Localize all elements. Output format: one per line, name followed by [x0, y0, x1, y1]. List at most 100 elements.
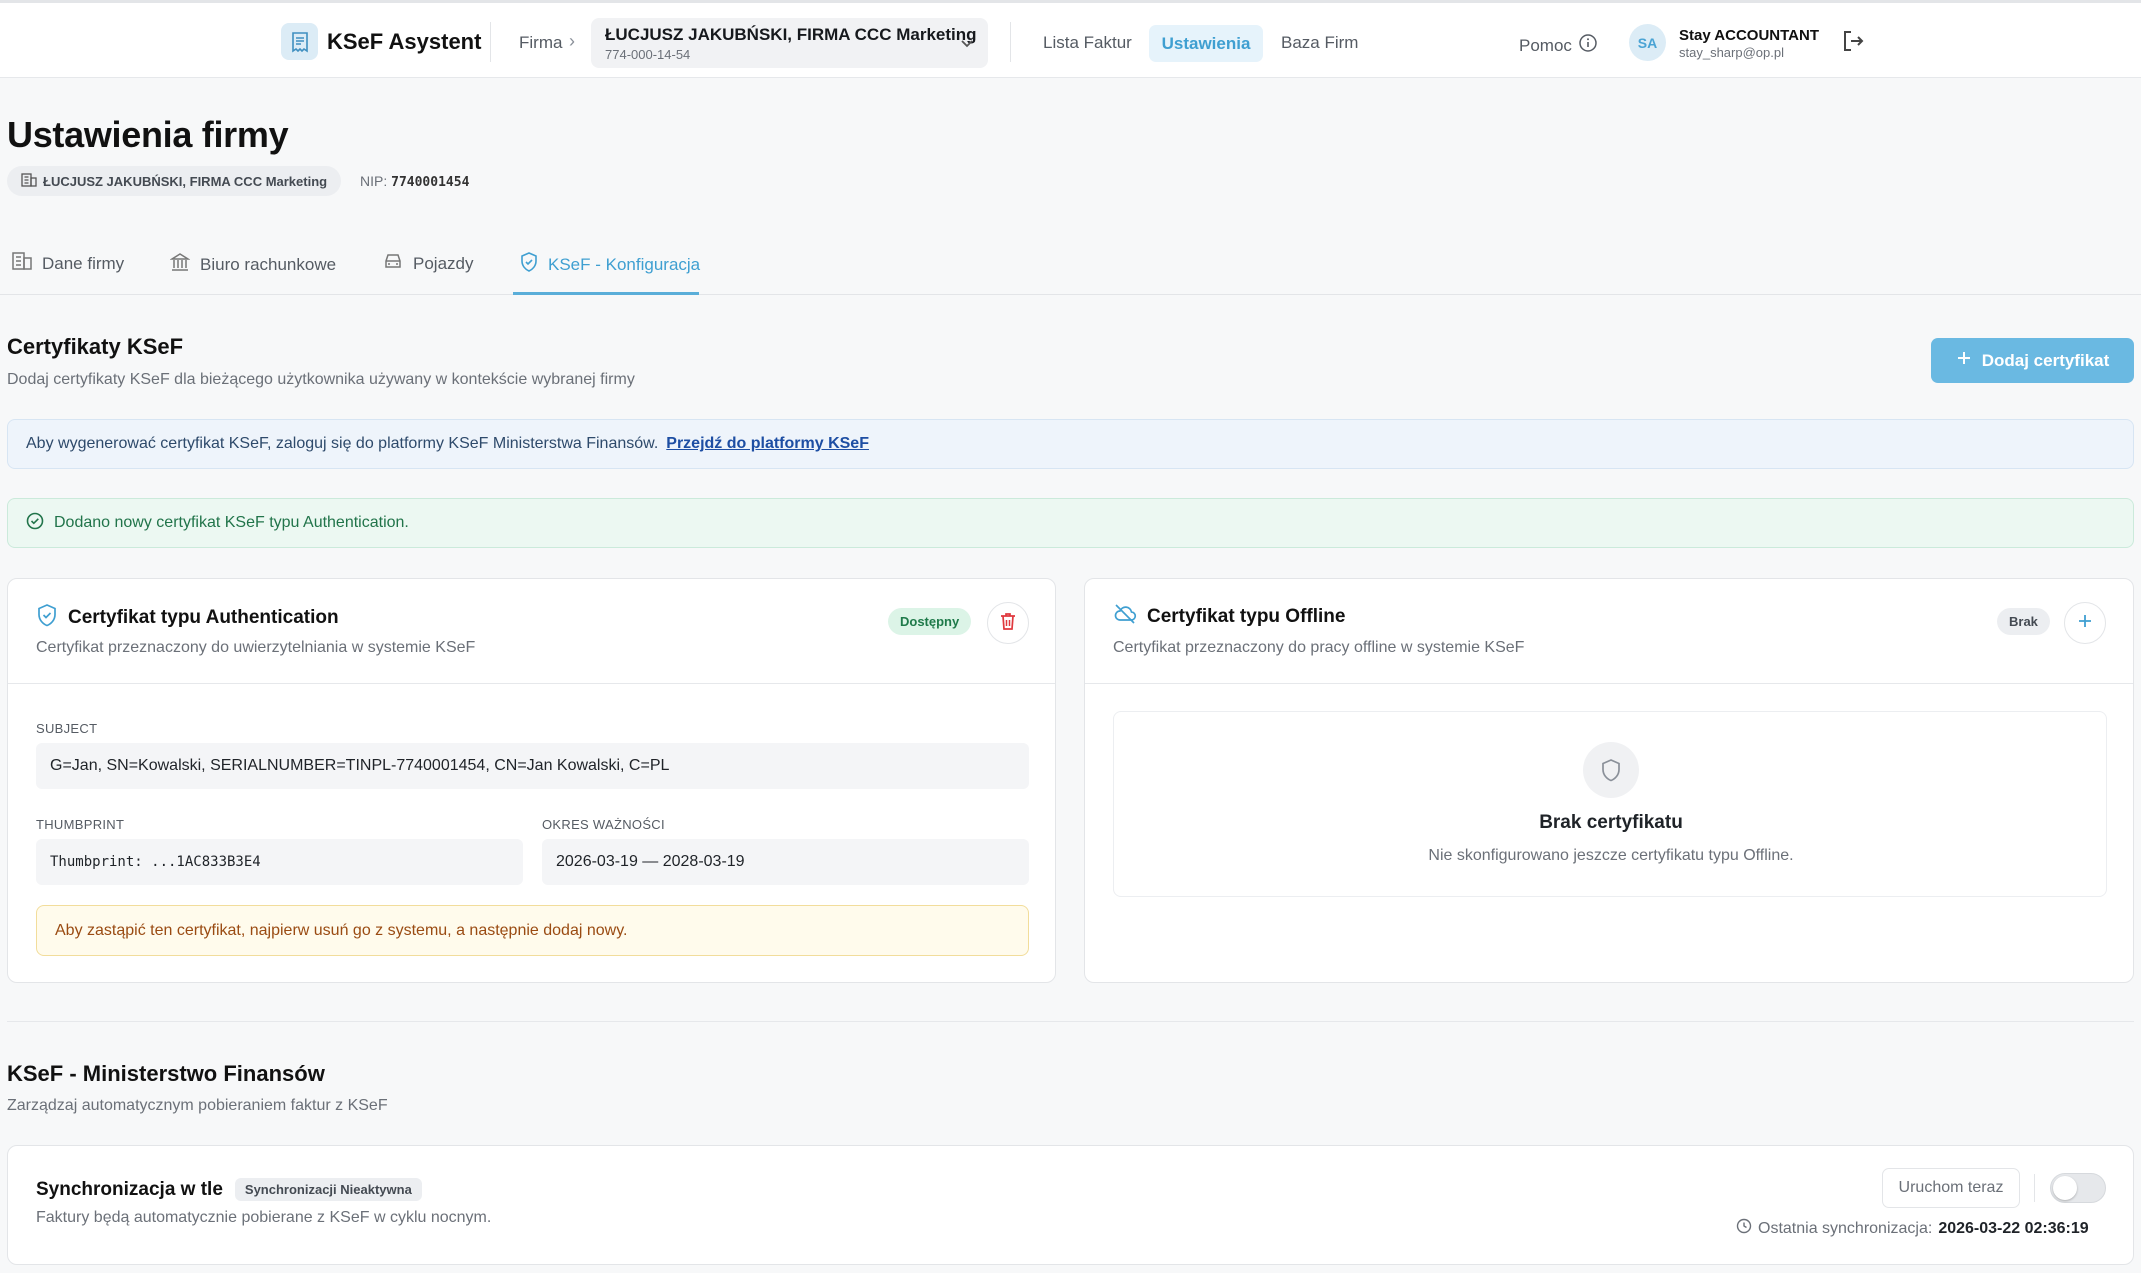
company-selector[interactable]: ŁUCJUSZ JAKUBŃSKI, FIRMA CCC Marketing 7… — [591, 18, 988, 68]
tab-label: KSeF - Konfiguracja — [548, 254, 701, 274]
company-chip: ŁUCJUSZ JAKUBŃSKI, FIRMA CCC Marketing — [7, 166, 342, 196]
tab-label: Dane firmy — [42, 253, 125, 273]
nav-lista-faktur[interactable]: Lista Faktur — [1043, 33, 1132, 53]
empty-subtitle: Nie skonfigurowano jeszcze certyfikatu t… — [1428, 847, 1794, 864]
status-badge: Brak — [1997, 608, 2050, 635]
info-banner: Aby wygenerować certyfikat KSeF, zaloguj… — [7, 419, 2134, 469]
trash-icon — [999, 611, 1017, 636]
tab-ksef-konfiguracja[interactable]: KSeF - Konfiguracja — [520, 252, 700, 277]
sync-description: Faktury będą automatycznie pobierane z K… — [36, 1209, 492, 1226]
user-email: stay_sharp@op.pl — [1679, 45, 1784, 60]
auth-card-title-text: Certyfikat typu Authentication — [68, 607, 339, 628]
validity-label: OKRES WAŻNOŚCI — [542, 817, 665, 832]
info-icon — [1578, 33, 1598, 58]
help-link[interactable]: Pomoc — [1519, 33, 1598, 58]
tab-label: Pojazdy — [413, 253, 474, 273]
user-name: Stay ACCOUNTANT — [1679, 27, 1820, 44]
validity-field: 2026-03-19 — 2028-03-19 — [542, 839, 1029, 885]
avatar[interactable]: SA — [1629, 24, 1666, 61]
tab-label: Biuro rachunkowe — [200, 254, 337, 274]
section-title-certificates: Certyfikaty KSeF — [7, 334, 184, 359]
success-banner: Dodano nowy certyfikat KSeF typu Authent… — [7, 498, 2134, 548]
toggle-knob — [2053, 1176, 2077, 1200]
logout-icon[interactable] — [1840, 28, 1866, 59]
success-banner-text: Dodano nowy certyfikat KSeF typu Authent… — [54, 514, 409, 531]
warning-banner: Aby zastąpić ten certyfikat, najpierw us… — [36, 905, 1029, 956]
nav-baza-firm[interactable]: Baza Firm — [1281, 33, 1358, 53]
tab-pojazdy[interactable]: Pojazdy — [383, 252, 473, 275]
divider — [7, 1021, 2134, 1022]
divider — [1085, 683, 2133, 684]
info-banner-text: Aby wygenerować certyfikat KSeF, zaloguj… — [26, 435, 659, 452]
clock-icon — [1736, 1218, 1752, 1239]
thumbprint-value: Thumbprint: ...1AC833B3E4 — [50, 854, 261, 870]
building-icon — [21, 172, 37, 190]
empty-state: Brak certyfikatu Nie skonfigurowano jesz… — [1113, 711, 2107, 897]
shield-icon — [1583, 742, 1639, 798]
sync-toggle[interactable] — [2050, 1173, 2106, 1203]
offline-certificate-card: Certyfikat typu Offline Certyfikat przez… — [1084, 578, 2134, 983]
sync-status-badge: Synchronizacji Nieaktywna — [234, 1178, 422, 1201]
section-subtitle-certificates: Dodaj certyfikaty KSeF dla bieżącego uży… — [7, 371, 635, 388]
add-offline-certificate-button[interactable] — [2064, 602, 2106, 644]
auth-card-subtitle: Certyfikat przeznaczony do uwierzytelnia… — [36, 639, 476, 656]
divider — [490, 22, 491, 62]
nip: NIP: 7740001454 — [360, 173, 469, 190]
delete-certificate-button[interactable] — [987, 602, 1029, 644]
section-subtitle-ministry: Zarządzaj automatycznym pobieraniem fakt… — [7, 1097, 388, 1114]
page-title: Ustawienia firmy — [7, 114, 289, 155]
run-now-button[interactable]: Uruchom teraz — [1882, 1168, 2020, 1208]
nip-value: 7740001454 — [391, 175, 470, 190]
sync-title: Synchronizacja w tle — [36, 1178, 223, 1200]
bank-icon — [169, 252, 191, 277]
shield-check-icon — [36, 603, 58, 633]
section-title-ministry: KSeF - Ministerstwo Finansów — [7, 1061, 325, 1086]
auth-card-title: Certyfikat typu Authentication — [36, 603, 339, 633]
check-circle-icon — [26, 512, 44, 535]
brand-name[interactable]: KSeF Asystent — [327, 29, 481, 55]
offline-card-title-text: Certyfikat typu Offline — [1147, 606, 1346, 627]
sync-card: Synchronizacja w tle Synchronizacji Niea… — [7, 1145, 2134, 1265]
sync-header: Synchronizacja w tle Synchronizacji Niea… — [36, 1178, 422, 1201]
status-badge: Dostępny — [888, 608, 972, 635]
add-certificate-label: Dodaj certyfikat — [1981, 350, 2110, 370]
tab-dane-firmy[interactable]: Dane firmy — [12, 252, 124, 275]
empty-title: Brak certyfikatu — [1539, 812, 1683, 833]
active-tab-indicator — [513, 292, 699, 295]
receipt-icon — [281, 23, 318, 60]
building-icon — [12, 252, 32, 275]
subject-value: G=Jan, SN=Kowalski, SERIALNUMBER=TINPL-7… — [50, 757, 670, 774]
tab-biuro-rachunkowe[interactable]: Biuro rachunkowe — [169, 252, 337, 277]
divider — [1010, 22, 1011, 62]
cloud-off-icon — [1113, 603, 1137, 631]
company-selector-nip: 774-000-14-54 — [605, 47, 691, 62]
company-chip-label: ŁUCJUSZ JAKUBŃSKI, FIRMA CCC Marketing — [43, 173, 328, 189]
validity-value: 2026-03-19 — 2028-03-19 — [556, 853, 745, 870]
plus-icon — [1956, 350, 1972, 371]
chevron-down-icon — [960, 32, 974, 59]
last-sync-value: 2026-03-22 02:36:19 — [1938, 1219, 2089, 1237]
warning-text: Aby zastąpić ten certyfikat, najpierw us… — [55, 921, 628, 939]
thumbprint-field: Thumbprint: ...1AC833B3E4 — [36, 839, 523, 885]
subject-label: SUBJECT — [36, 721, 98, 736]
shield-icon — [520, 252, 538, 277]
top-navigation-bar: KSeF Asystent Firma › ŁUCJUSZ JAKUBŃSKI,… — [0, 0, 2141, 78]
divider — [8, 683, 1055, 684]
offline-card-subtitle: Certyfikat przeznaczony do pracy offline… — [1113, 639, 1525, 656]
subject-field: G=Jan, SN=Kowalski, SERIALNUMBER=TINPL-7… — [36, 743, 1029, 789]
settings-tabs: Dane firmy Biuro rachunkowe Pojazdy KSeF… — [0, 240, 2141, 295]
offline-card-title: Certyfikat typu Offline — [1113, 603, 1345, 631]
nav-ustawienia[interactable]: Ustawienia — [1149, 25, 1263, 62]
nip-label: NIP: — [360, 173, 388, 189]
car-icon — [383, 252, 403, 275]
plus-icon — [2077, 613, 2093, 634]
firma-label: Firma — [519, 33, 563, 52]
ksef-platform-link[interactable]: Przejdź do platformy KSeF — [666, 435, 869, 453]
auth-certificate-card: Certyfikat typu Authentication Certyfika… — [7, 578, 1056, 983]
add-certificate-button[interactable]: Dodaj certyfikat — [1931, 338, 2134, 383]
thumbprint-label: THUMBPRINT — [36, 817, 125, 832]
chevron-right-icon: › — [569, 31, 575, 51]
help-label: Pomoc — [1519, 35, 1572, 55]
divider — [2034, 1174, 2035, 1202]
last-sync: Ostatnia synchronizacja: 2026-03-22 02:3… — [1736, 1218, 2089, 1239]
